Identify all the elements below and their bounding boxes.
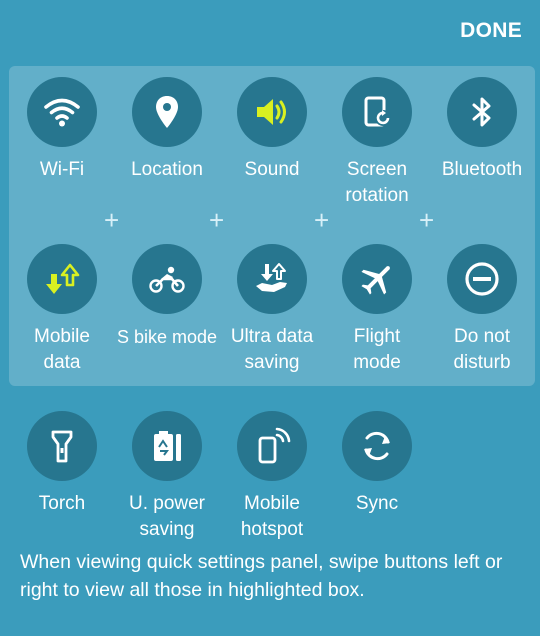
plus-icon: + — [419, 205, 435, 235]
tile-label: U. power saving — [128, 493, 206, 540]
tile-label: Torch — [38, 493, 86, 514]
tile-ultra-data-saving[interactable]: Ultra data saving — [217, 244, 327, 376]
tile-flight-mode[interactable]: Flight mode — [322, 244, 432, 376]
tile-circle — [27, 77, 97, 147]
tile-label: Sync — [355, 493, 399, 514]
tile-label: Do not disturb — [453, 326, 511, 373]
tile-torch[interactable]: Torch — [7, 411, 117, 517]
tile-s-bike-mode[interactable]: S bike mode — [112, 244, 222, 350]
tile-label: Ultra data saving — [230, 326, 314, 373]
ultra-data-saving-icon — [256, 263, 287, 292]
location-pin-icon — [156, 96, 178, 128]
tile-label: Location — [131, 159, 203, 180]
tile-circle — [342, 411, 412, 481]
tile-bluetooth[interactable]: Bluetooth — [427, 77, 537, 183]
tile-label: Mobile data — [34, 326, 90, 373]
tile-mobile-data[interactable]: Mobile data — [7, 244, 117, 376]
plus-icon: + — [314, 205, 330, 235]
tile-u-power-saving[interactable]: U. power saving — [112, 411, 222, 543]
tile-circle — [27, 411, 97, 481]
tile-circle — [237, 77, 307, 147]
tile-wifi[interactable]: Wi-Fi — [7, 77, 117, 183]
torch-icon — [51, 430, 73, 463]
done-button[interactable]: DONE — [460, 19, 522, 43]
tile-label: Screen rotation — [345, 159, 409, 206]
airplane-icon — [361, 266, 390, 295]
plus-icon: + — [209, 205, 225, 235]
tile-sound[interactable]: Sound — [217, 77, 327, 183]
do-not-disturb-icon — [465, 262, 499, 296]
tile-label: Flight mode — [353, 326, 401, 373]
tile-circle — [132, 244, 202, 314]
tile-sync[interactable]: Sync — [322, 411, 432, 517]
tile-mobile-hotspot[interactable]: Mobile hotspot — [217, 411, 327, 543]
sync-icon — [364, 431, 390, 461]
tile-circle — [237, 411, 307, 481]
tile-do-not-disturb[interactable]: Do not disturb — [427, 244, 537, 376]
speaker-icon — [257, 99, 286, 125]
tile-label: S bike mode — [116, 327, 218, 347]
tile-circle — [342, 244, 412, 314]
tile-screen-rotation[interactable]: Screen rotation — [322, 77, 432, 209]
tile-label: Mobile hotspot — [240, 493, 304, 540]
tile-circle — [132, 411, 202, 481]
tile-location[interactable]: Location — [112, 77, 222, 183]
tile-circle — [447, 244, 517, 314]
hint-text: When viewing quick settings panel, swipe… — [20, 551, 503, 601]
tile-circle — [132, 77, 202, 147]
bluetooth-icon — [472, 97, 491, 127]
motorbike-icon — [149, 266, 185, 293]
tile-label: Sound — [244, 159, 300, 180]
tile-circle — [237, 244, 307, 314]
wifi-icon — [44, 98, 80, 127]
tile-circle — [447, 77, 517, 147]
quick-settings-edit-screen: DONE Wi-Fi Location Sound Screen rotatio… — [0, 0, 540, 636]
tile-circle — [27, 244, 97, 314]
plus-icon: + — [104, 205, 120, 235]
screen-rotation-icon — [364, 96, 391, 127]
mobile-hotspot-icon — [258, 427, 291, 464]
mobile-data-arrows-icon — [46, 263, 80, 294]
power-saving-icon — [154, 431, 181, 461]
tile-label: Bluetooth — [441, 159, 523, 180]
tile-circle — [342, 77, 412, 147]
tile-label: Wi-Fi — [39, 159, 85, 180]
